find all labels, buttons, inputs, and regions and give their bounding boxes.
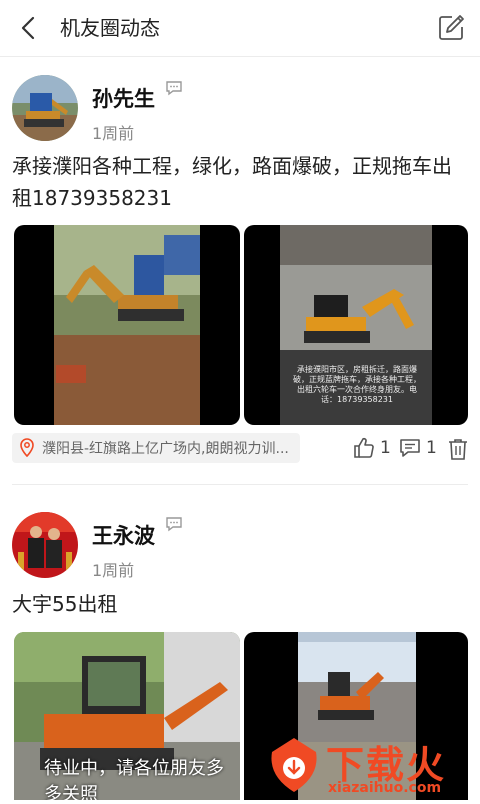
post-divider xyxy=(12,484,468,485)
watermark-url: xiazaihuo.com xyxy=(328,780,442,796)
page-title: 机友圈动态 xyxy=(60,16,160,40)
location-tag[interactable]: 濮阳县-红旗路上亿广场内,朗朗视力训... xyxy=(12,433,300,463)
comment-icon xyxy=(400,439,420,457)
post-text: 承接濮阳各种工程，绿化，路面爆破，正规拖车出租18739358231 xyxy=(12,154,452,210)
author-name[interactable]: 王永波 xyxy=(92,520,155,550)
author-name[interactable]: 孙先生 xyxy=(92,83,155,113)
location-pin-icon xyxy=(20,438,34,458)
comment-bubble-icon xyxy=(166,81,182,96)
post-photo[interactable] xyxy=(14,225,240,425)
post-photo[interactable]: 承接濮阳市区，房租拆迁，路面爆破，正规蓝牌拖车，承接各种工程，出租六轮车一次合作… xyxy=(244,225,468,425)
like-button[interactable]: 1 xyxy=(352,434,391,462)
post-time: 1周前 xyxy=(92,124,135,143)
delete-trash-icon[interactable] xyxy=(446,437,470,461)
photo-caption: 待业中，请各位朋友多多关照 xyxy=(44,758,224,800)
back-arrow-icon[interactable] xyxy=(14,14,42,42)
post-time: 1周前 xyxy=(92,561,135,580)
post-text: 大宇55出租 xyxy=(12,592,118,616)
avatar[interactable] xyxy=(12,512,78,578)
top-bar: 机友圈动态 xyxy=(0,0,480,57)
like-count: 1 xyxy=(380,438,391,458)
comment-count: 1 xyxy=(426,438,437,458)
avatar[interactable] xyxy=(12,75,78,141)
thumbs-up-icon xyxy=(354,437,374,458)
watermark-logo: 下载火 xiazaihuo.com xyxy=(264,730,476,800)
location-text: 濮阳县-红旗路上亿广场内,朗朗视力训... xyxy=(42,441,289,457)
edit-post-icon[interactable] xyxy=(436,13,466,43)
post-photo[interactable]: 待业中，请各位朋友多多关照 xyxy=(14,632,240,800)
photo-caption: 承接濮阳市区，房租拆迁，路面爆破，正规蓝牌拖车，承接各种工程，出租六轮车一次合作… xyxy=(293,365,421,404)
comment-bubble-icon xyxy=(166,517,182,532)
comment-button[interactable]: 1 xyxy=(398,434,437,462)
